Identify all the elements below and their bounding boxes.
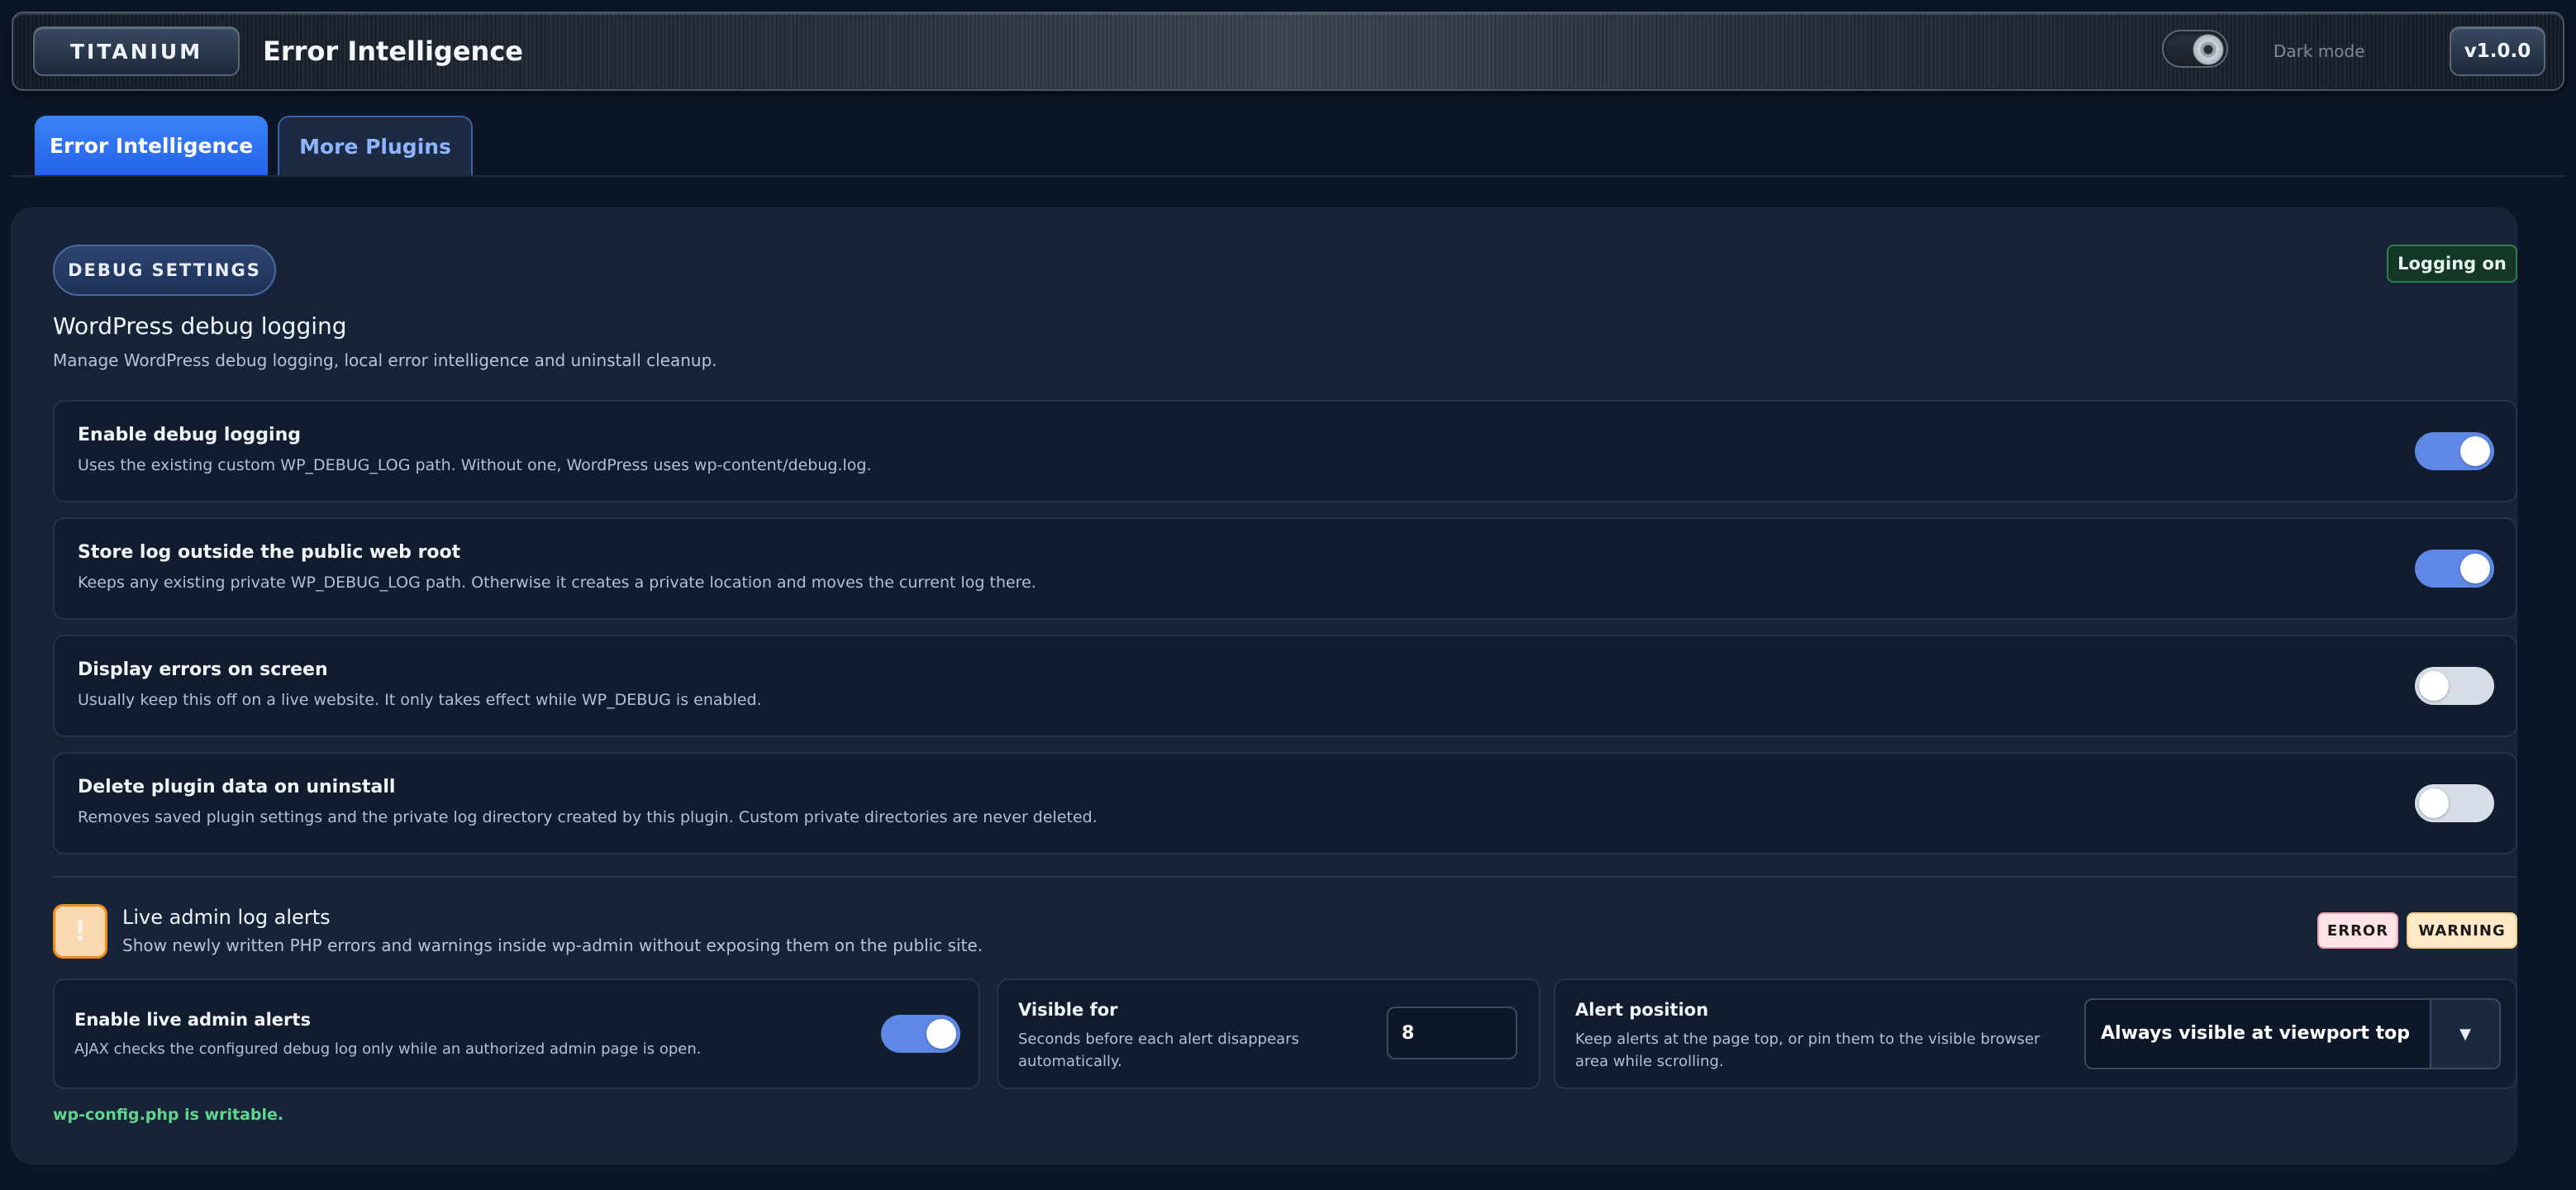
status-badge: Logging on bbox=[2387, 245, 2517, 283]
error-tag: ERROR bbox=[2317, 912, 2398, 949]
app-title: Error Intelligence bbox=[263, 36, 523, 67]
toggle-knob-icon bbox=[2419, 788, 2449, 818]
card-description: Seconds before each alert disappears aut… bbox=[1018, 1031, 1299, 1070]
display-errors-toggle[interactable] bbox=[2415, 667, 2494, 705]
setting-description: Usually keep this off on a live website.… bbox=[78, 691, 762, 709]
visible-for-input[interactable] bbox=[1387, 1007, 1517, 1059]
setting-title: Delete plugin data on uninstall bbox=[78, 777, 396, 797]
alerts-title: Live admin log alerts bbox=[122, 906, 331, 929]
select-value: Always visible at viewport top bbox=[2101, 1023, 2410, 1044]
card-description: Keep alerts at the page top, or pin them… bbox=[1575, 1031, 2040, 1070]
setting-title: Store log outside the public web root bbox=[78, 542, 461, 563]
setting-title: Display errors on screen bbox=[78, 659, 328, 680]
setting-description: Uses the existing custom WP_DEBUG_LOG pa… bbox=[78, 456, 872, 474]
live-alerts-card: Enable live admin alerts AJAX checks the… bbox=[53, 978, 980, 1089]
delete-on-uninstall-toggle[interactable] bbox=[2415, 784, 2494, 822]
toggle-knob-icon bbox=[2419, 671, 2449, 701]
alert-position-select[interactable]: Always visible at viewport top ▼ bbox=[2084, 998, 2501, 1069]
setting-description: Removes saved plugin settings and the pr… bbox=[78, 808, 1098, 826]
warning-icon: ! bbox=[53, 904, 107, 959]
dark-mode-knob-icon bbox=[2193, 34, 2224, 65]
tabs-divider bbox=[12, 175, 2564, 177]
card-description: AJAX checks the configured debug log onl… bbox=[74, 1040, 702, 1058]
setting-enable-debug-logging: Enable debug logging Uses the existing c… bbox=[53, 400, 2517, 502]
store-log-outside-toggle[interactable] bbox=[2415, 550, 2494, 588]
tab-more-plugins[interactable]: More Plugins bbox=[278, 116, 473, 175]
card-title: Alert position bbox=[1575, 1000, 1709, 1020]
toggle-knob-icon bbox=[2460, 436, 2490, 466]
setting-title: Enable debug logging bbox=[78, 425, 301, 445]
card-title: Visible for bbox=[1018, 1000, 1118, 1020]
setting-store-log-outside: Store log outside the public web root Ke… bbox=[53, 517, 2517, 620]
panel-title: WordPress debug logging bbox=[53, 312, 347, 340]
warning-tag: WARNING bbox=[2407, 912, 2517, 949]
version-button[interactable]: v1.0.0 bbox=[2450, 26, 2545, 76]
alert-position-card: Alert position Keep alerts at the page t… bbox=[1554, 978, 2517, 1089]
dark-mode-label: Dark mode bbox=[2274, 41, 2365, 61]
alerts-description: Show newly written PHP errors and warnin… bbox=[122, 935, 983, 955]
chevron-down-icon[interactable]: ▼ bbox=[2430, 1000, 2499, 1068]
toggle-knob-icon bbox=[926, 1019, 956, 1049]
toggle-knob-icon bbox=[2460, 554, 2490, 583]
live-alerts-toggle[interactable] bbox=[881, 1015, 960, 1053]
setting-delete-on-uninstall: Delete plugin data on uninstall Removes … bbox=[53, 752, 2517, 854]
config-writable-note: wp-config.php is writable. bbox=[53, 1106, 284, 1124]
setting-display-errors: Display errors on screen Usually keep th… bbox=[53, 635, 2517, 737]
panel-description: Manage WordPress debug logging, local er… bbox=[53, 350, 717, 370]
app-header: TITANIUM Error Intelligence Dark mode v1… bbox=[12, 12, 2564, 91]
tab-error-intelligence[interactable]: Error Intelligence bbox=[35, 116, 268, 175]
setting-description: Keeps any existing private WP_DEBUG_LOG … bbox=[78, 574, 1036, 592]
section-label: DEBUG SETTINGS bbox=[53, 245, 276, 296]
section-divider bbox=[53, 876, 2517, 878]
card-title: Enable live admin alerts bbox=[74, 1010, 311, 1030]
dark-mode-toggle[interactable] bbox=[2162, 30, 2228, 68]
enable-debug-logging-toggle[interactable] bbox=[2415, 432, 2494, 470]
debug-settings-panel: DEBUG SETTINGS Logging on WordPress debu… bbox=[12, 208, 2517, 1164]
visible-for-card: Visible for Seconds before each alert di… bbox=[997, 978, 1540, 1089]
brand-button[interactable]: TITANIUM bbox=[33, 26, 240, 76]
